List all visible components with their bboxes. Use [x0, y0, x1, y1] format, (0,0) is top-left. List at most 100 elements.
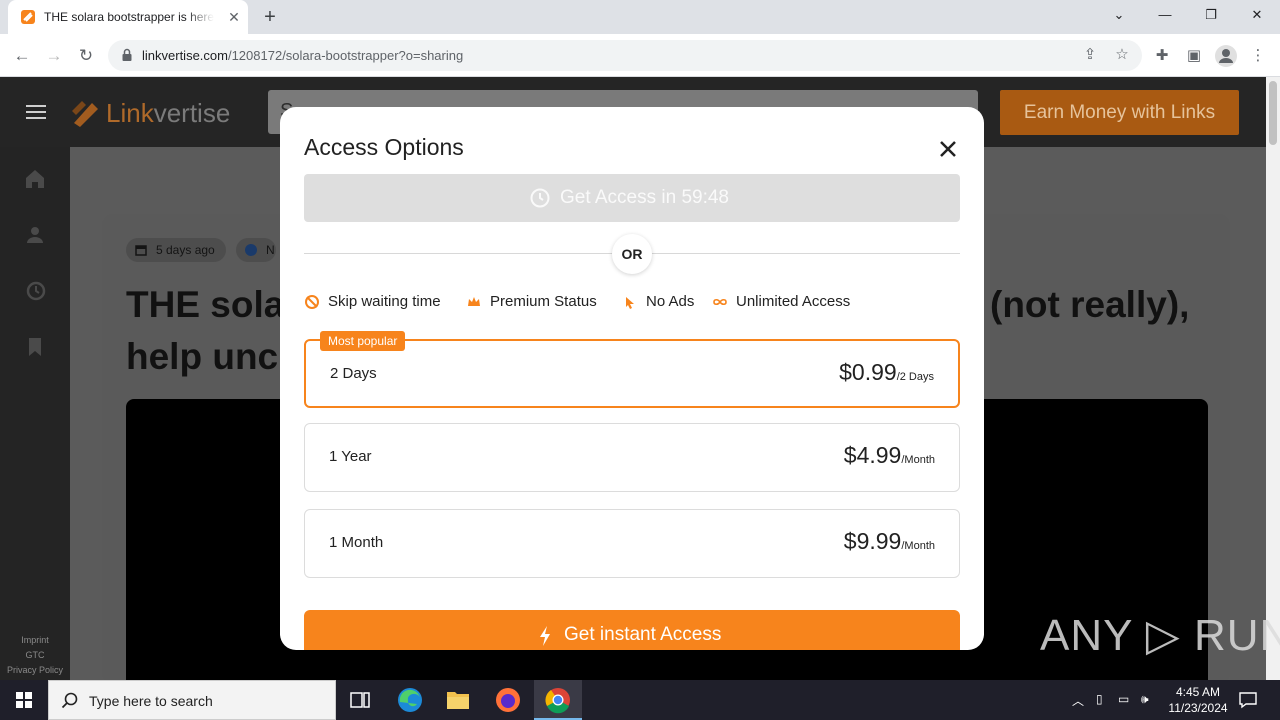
clock-icon	[530, 188, 550, 208]
restore-button[interactable]: ❐	[1188, 0, 1234, 30]
gtc-link[interactable]: GTC	[0, 650, 70, 660]
forward-icon[interactable]: →	[41, 43, 67, 69]
plan-price: $0.99/2 Days	[839, 359, 934, 386]
logo-text: Linkvertise	[106, 98, 230, 129]
history-icon[interactable]	[23, 279, 47, 303]
feature-label: Skip waiting time	[328, 293, 441, 310]
earn-money-button[interactable]: Earn Money with Links	[1000, 90, 1239, 135]
extensions-icon[interactable]: ✚	[1150, 44, 1174, 68]
user-icon[interactable]	[23, 223, 47, 247]
lock-icon	[122, 48, 132, 61]
anyrun-watermark: ANY ▷ RUN	[1040, 611, 1280, 660]
lightning-bolt-icon	[540, 626, 550, 646]
plan-name: 1 Year	[329, 448, 372, 465]
access-options-modal: Access Options Get Access in 59:48 OR Sk…	[280, 107, 984, 650]
plan-name: 1 Month	[329, 534, 384, 551]
window-close-button[interactable]: ✕	[1234, 0, 1280, 30]
browser-toolbar: ← → ↻ linkvertise.com/1208172/solara-boo…	[0, 34, 1280, 77]
plan-price-period: /Month	[901, 540, 935, 552]
url-domain: linkvertise.com	[142, 48, 228, 63]
address-bar[interactable]: linkvertise.com/1208172/solara-bootstrap…	[108, 40, 1142, 71]
modal-close-icon[interactable]	[936, 137, 960, 161]
plan-name: 2 Days	[330, 365, 377, 382]
browser-tab[interactable]: THE solara bootstrapper is here, ✕	[8, 0, 248, 34]
back-icon[interactable]: ←	[9, 43, 35, 69]
plan-price-amount: $4.99	[843, 442, 902, 468]
url-text: linkvertise.com/1208172/solara-bootstrap…	[142, 48, 463, 63]
plan-option-1-month[interactable]: 1 Month $9.99/Month	[304, 509, 960, 578]
new-tab-button[interactable]: +	[258, 6, 282, 28]
search-icon	[61, 692, 78, 709]
hamburger-menu-icon[interactable]	[26, 105, 46, 121]
plan-price-period: /Month	[901, 454, 935, 466]
site-sidebar: Imprint GTC Privacy Policy	[0, 147, 70, 680]
tab-search-icon[interactable]: ⌄	[1096, 0, 1142, 30]
windows-start-icon[interactable]	[0, 680, 48, 720]
volume-icon[interactable]: 🕪	[1141, 692, 1149, 707]
tab-strip: THE solara bootstrapper is here, ✕ + ⌄ —…	[0, 0, 1280, 34]
bookmark-star-icon[interactable]: ☆	[1110, 43, 1134, 67]
side-panel-icon[interactable]: ▣	[1182, 44, 1206, 68]
date-chip: 5 days ago	[126, 238, 226, 262]
minimize-button[interactable]: —	[1142, 0, 1188, 30]
chrome-icon	[545, 688, 570, 714]
profile-avatar-icon[interactable]	[1214, 44, 1238, 68]
tab-close-icon[interactable]: ✕	[226, 9, 242, 25]
reload-icon[interactable]: ↻	[73, 43, 99, 69]
feature-label: Premium Status	[490, 293, 597, 310]
most-popular-badge: Most popular	[320, 331, 406, 351]
privacy-policy-link[interactable]: Privacy Policy	[0, 665, 70, 675]
linkvertise-favicon-icon	[21, 10, 35, 24]
file-explorer-icon[interactable]	[434, 680, 482, 720]
timed-access-button[interactable]: Get Access in 59:48	[304, 174, 960, 222]
timer-label: Get Access in 59:48	[560, 187, 729, 208]
plan-price-amount: $0.99	[839, 359, 897, 385]
plan-price: $9.99/Month	[844, 528, 935, 555]
logo-mark-icon	[72, 101, 98, 127]
no-ads-cursor-icon	[626, 297, 634, 309]
firefox-icon[interactable]	[484, 680, 532, 720]
or-badge: OR	[612, 234, 652, 274]
task-view-icon[interactable]	[336, 680, 384, 720]
plan-option-1-year[interactable]: 1 Year $4.99/Month	[304, 423, 960, 492]
modal-title: Access Options	[304, 134, 464, 160]
plan-price-period: /2 Days	[896, 371, 934, 383]
info-icon	[245, 244, 257, 256]
edge-browser-icon[interactable]	[386, 680, 434, 720]
network-icon[interactable]: ▭	[1118, 692, 1129, 706]
share-icon[interactable]: ⇪	[1078, 43, 1102, 67]
clock-time: 4:45 AM	[1175, 685, 1221, 699]
plan-price-amount: $9.99	[843, 528, 902, 554]
bookmark-icon[interactable]	[23, 335, 47, 359]
article-title-line2: help unc	[126, 336, 279, 377]
feature-label: No Ads	[646, 293, 695, 310]
taskbar-clock[interactable]: 4:45 AM 11/23/2024	[1160, 684, 1236, 716]
notification-icon[interactable]	[1238, 690, 1258, 710]
info-chip: N	[236, 238, 276, 262]
taskbar-search-placeholder: Type here to search	[89, 693, 213, 709]
chrome-taskbar-button[interactable]	[534, 680, 582, 720]
logo-text-part2: vertise	[153, 98, 231, 128]
home-icon[interactable]	[23, 167, 47, 191]
get-instant-access-button[interactable]: Get instant Access	[304, 610, 960, 650]
scrollbar-thumb[interactable]	[1269, 81, 1277, 145]
article-title-line1-right: (not really),	[990, 284, 1190, 325]
plan-price: $4.99/Month	[844, 442, 935, 469]
tab-title: THE solara bootstrapper is here,	[44, 10, 214, 24]
cta-label: Get instant Access	[564, 624, 722, 645]
page-scrollbar[interactable]	[1266, 77, 1280, 680]
menu-kebab-icon[interactable]: ⋮	[1246, 44, 1270, 68]
taskbar-search-input[interactable]: Type here to search	[48, 680, 336, 720]
tray-chevron-icon[interactable]: ︿	[1072, 692, 1084, 709]
info-chip-text: N	[266, 243, 275, 257]
crown-icon	[468, 297, 480, 306]
url-path: /1208172/solara-bootstrapper?o=sharing	[227, 48, 464, 63]
clock-date: 11/23/2024	[1168, 701, 1228, 715]
feature-label: Unlimited Access	[736, 293, 851, 310]
infinity-icon	[713, 298, 727, 306]
tray-device-icon[interactable]: ▯	[1096, 692, 1103, 706]
imprint-link[interactable]: Imprint	[0, 635, 70, 645]
article-title-line1-left: THE sola	[126, 284, 285, 325]
date-chip-text: 5 days ago	[156, 243, 215, 257]
windows-taskbar: Type here to search ︿ ▯ ▭ 🕪 4:45 AM 11/2…	[0, 680, 1280, 720]
